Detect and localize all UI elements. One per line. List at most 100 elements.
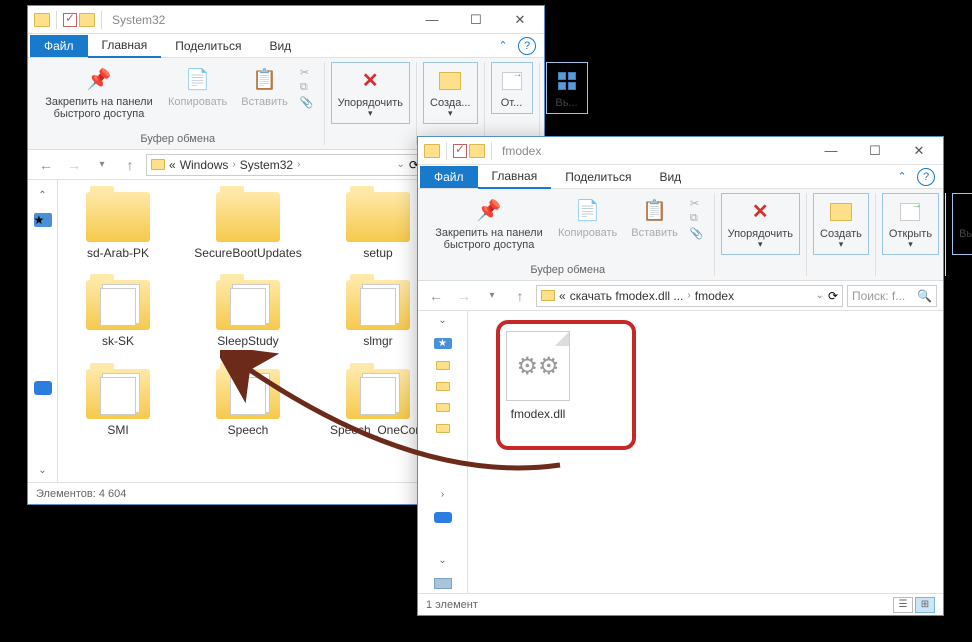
folder-item[interactable]: SecureBootUpdates [198,192,298,260]
tab-file[interactable]: Файл [420,166,478,188]
folder-item[interactable]: sk-SK [68,280,168,348]
select-icon [553,67,581,95]
organize-button[interactable]: ✕ Упорядочить ▾ [331,62,410,124]
maximize-button[interactable]: ☐ [853,137,897,165]
folder-item[interactable]: Speech [198,369,298,437]
copy-path-icon[interactable]: ⧉ [690,212,704,225]
select-button[interactable]: Bь... [546,62,588,114]
back-button[interactable]: ← [34,153,58,177]
breadcrumb[interactable]: fmodex [695,289,734,303]
new-folder-icon[interactable] [469,144,485,158]
close-button[interactable]: ✕ [498,6,542,34]
minimize-button[interactable]: — [410,6,454,34]
tab-share[interactable]: Поделиться [551,166,645,188]
onedrive-icon[interactable] [34,381,52,395]
address-field[interactable]: « Windows › System32 › ⌄ ⟳ [146,154,424,176]
folder-icon[interactable] [436,424,450,433]
quick-access-icon[interactable]: ★ [34,213,52,227]
tab-home[interactable]: Главная [88,34,162,58]
breadcrumb[interactable]: Windows [180,158,229,172]
chevron-down-icon[interactable]: ⌄ [438,555,446,566]
address-bar: ← → ▾ ↑ « скачать fmodex.dll ... › fmode… [418,281,943,311]
search-field[interactable]: Поиск: f... 🔍 [847,285,937,307]
create-button[interactable]: Создать ▾ [813,193,869,255]
address-dropdown-icon[interactable]: ⌄ [397,159,405,170]
file-list[interactable]: ⚙⚙ fmodex.dll [468,311,943,593]
tab-file[interactable]: Файл [30,35,88,57]
folder-item[interactable]: setup [328,192,428,260]
tab-view[interactable]: Вид [645,166,695,188]
dll-file-icon: ⚙⚙ [506,331,570,401]
forward-button[interactable]: → [452,284,476,308]
create-button[interactable]: Созда... ▾ [423,62,477,124]
folder-item[interactable]: sd-Arab-PK [68,192,168,260]
back-button[interactable]: ← [424,284,448,308]
collapse-ribbon-icon[interactable]: ⌃ [893,168,911,186]
file-item-dll[interactable]: ⚙⚙ fmodex.dll [488,331,588,421]
folder-icon[interactable] [436,403,450,412]
open-button[interactable]: Открыть ▾ [882,193,939,255]
tab-view[interactable]: Вид [255,35,305,57]
breadcrumb[interactable]: скачать fmodex.dll ... [570,289,684,303]
cut-icon[interactable]: ✂ [690,197,704,210]
copy-button[interactable]: 📄 Копировать [552,193,623,243]
quick-access-icon[interactable]: ★ [434,338,452,349]
minimize-button[interactable]: — [809,137,853,165]
properties-icon[interactable] [453,144,467,158]
chevron-down-icon[interactable]: ⌄ [438,315,446,326]
titlebar[interactable]: fmodex — ☐ ✕ [418,137,943,165]
tab-home[interactable]: Главная [478,165,552,189]
pin-quickaccess-button[interactable]: 📌 Закрепить на панели быстрого доступа [38,62,160,124]
titlebar[interactable]: System32 — ☐ ✕ [28,6,544,34]
address-dropdown-icon[interactable]: ⌄ [816,290,824,301]
maximize-button[interactable]: ☐ [454,6,498,34]
open-button[interactable]: От... [491,62,533,114]
help-icon[interactable]: ? [518,37,536,55]
copy-path-icon[interactable]: ⧉ [300,81,314,94]
onedrive-icon[interactable] [434,512,452,523]
close-button[interactable]: ✕ [897,137,941,165]
nav-pane: ⌄ ★ › ⌄ [418,311,468,593]
collapse-ribbon-icon[interactable]: ⌃ [494,37,512,55]
folder-item[interactable]: slmgr [328,280,428,348]
copy-button[interactable]: 📄 Копировать [162,62,233,112]
organize-button[interactable]: ✕ Упорядочить ▾ [721,193,800,255]
chevron-down-icon[interactable]: ⌃ [38,190,46,201]
pin-quickaccess-button[interactable]: 📌 Закрепить на панели быстрого доступа [428,193,550,255]
chevron-right-icon[interactable]: › [687,290,690,301]
breadcrumb[interactable]: « [559,289,566,303]
refresh-icon[interactable]: ⟳ [828,289,838,303]
chevron-right-icon[interactable]: › [232,159,235,170]
paste-button[interactable]: 📋 Вставить [625,193,684,243]
chevron-right-icon[interactable]: › [441,489,444,500]
paste-shortcut-icon[interactable]: 📎 [690,227,704,240]
folder-label: sk-SK [102,334,134,348]
up-button[interactable]: ↑ [118,153,142,177]
icons-view-icon[interactable]: ⊞ [915,597,935,613]
forward-button[interactable]: → [62,153,86,177]
file-label: fmodex.dll [511,407,566,421]
tab-share[interactable]: Поделиться [161,35,255,57]
properties-icon[interactable] [63,13,77,27]
this-pc-icon[interactable] [434,578,452,589]
folder-icon[interactable] [436,382,450,391]
select-button[interactable]: Выделить ▾ [952,193,972,255]
chevron-right-icon[interactable]: › [297,159,300,170]
new-folder-icon[interactable] [79,13,95,27]
breadcrumb[interactable]: « [169,158,176,172]
up-button[interactable]: ↑ [508,284,532,308]
folder-item[interactable]: SleepStudy [198,280,298,348]
paste-button[interactable]: 📋 Вставить [235,62,294,112]
cut-icon[interactable]: ✂ [300,66,314,79]
history-dropdown[interactable]: ▾ [480,284,504,308]
breadcrumb[interactable]: System32 [240,158,293,172]
folder-item[interactable]: SMI [68,369,168,437]
help-icon[interactable]: ? [917,168,935,186]
chevron-down-icon[interactable]: ⌄ [38,465,46,476]
folder-icon[interactable] [436,361,450,370]
paste-shortcut-icon[interactable]: 📎 [300,96,314,109]
address-field[interactable]: « скачать fmodex.dll ... › fmodex ⌄ ⟳ [536,285,843,307]
details-view-icon[interactable]: ☰ [893,597,913,613]
history-dropdown[interactable]: ▾ [90,153,114,177]
folder-item[interactable]: Speech_OneCore [328,369,428,437]
